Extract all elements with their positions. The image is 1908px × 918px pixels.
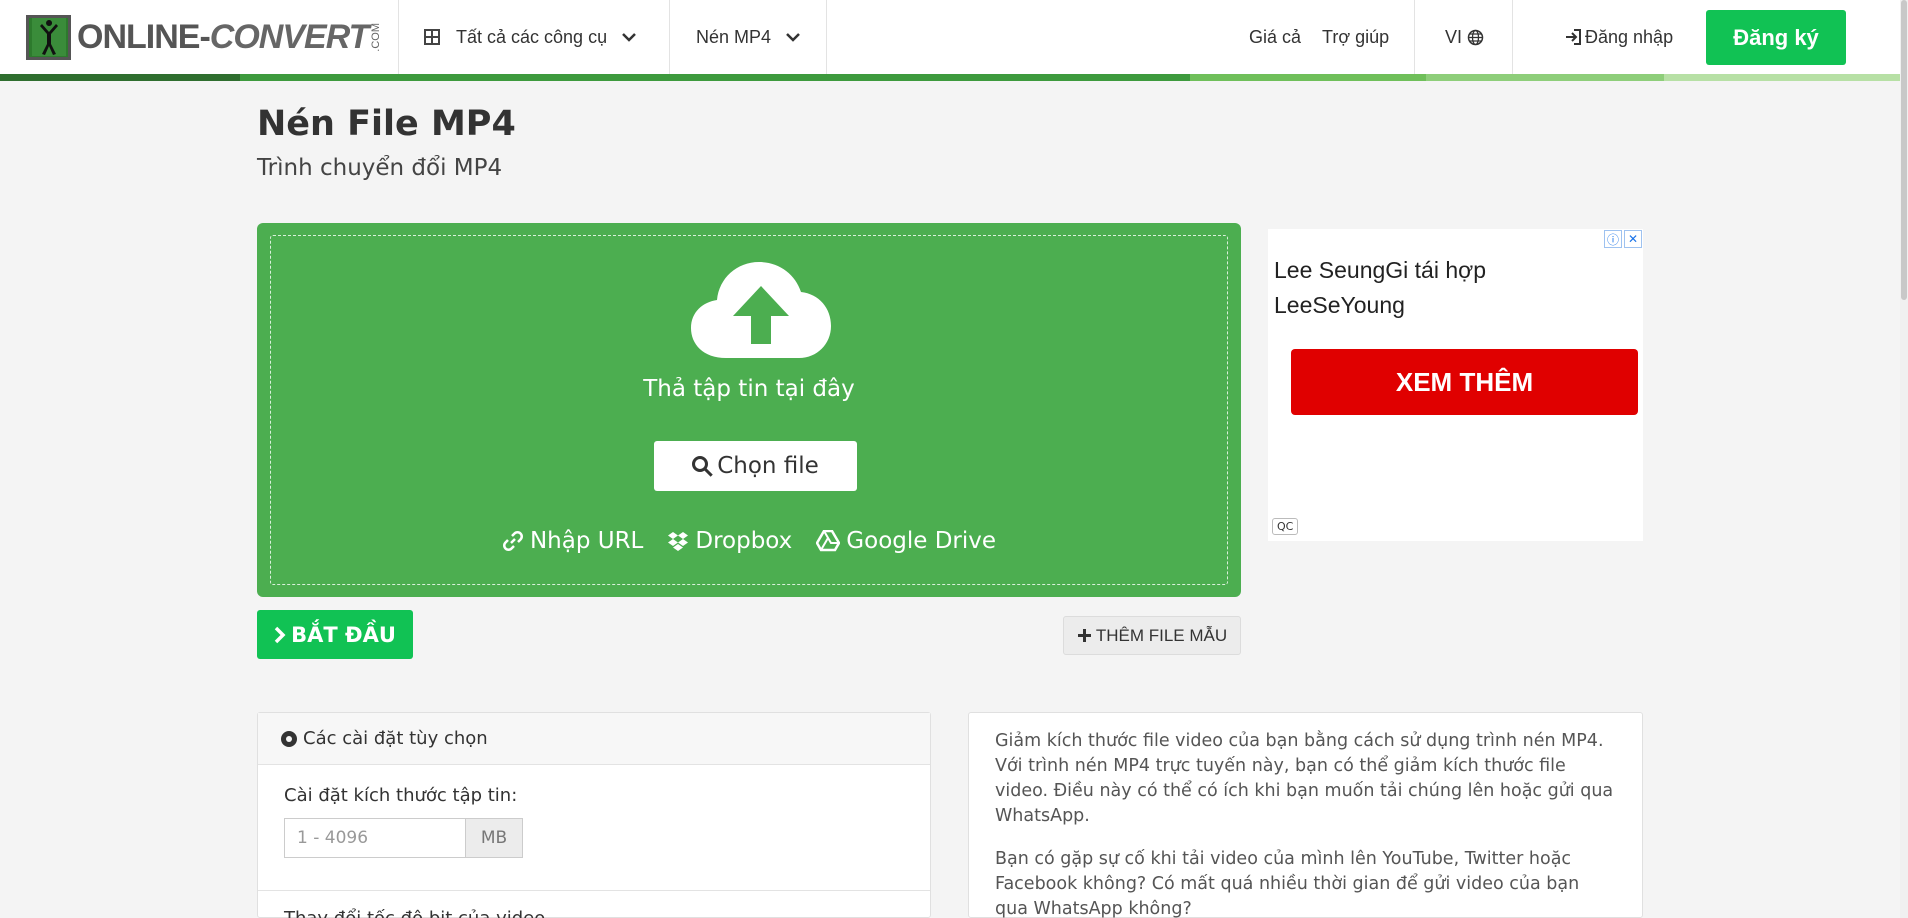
login-label: Đăng nhập (1585, 26, 1674, 47)
cloud-upload-icon (691, 262, 831, 358)
login-link[interactable]: Đăng nhập (1565, 0, 1673, 74)
nav-divider (669, 0, 670, 74)
help-link[interactable]: Trợ giúp (1322, 0, 1389, 74)
signup-button[interactable]: Đăng ký (1706, 10, 1846, 65)
upload-dropzone[interactable]: Thả tập tin tại đây Chọn file Nhập URL D… (257, 223, 1241, 597)
chevron-down-icon (621, 29, 637, 45)
description-paragraph: Giảm kích thước file video của bạn bằng … (995, 731, 1614, 826)
description-paragraph: Bạn có gặp sự cố khi tải video của mình … (995, 849, 1580, 918)
page-title: Nén File MP4 (257, 104, 516, 144)
advertisement[interactable]: ⓘ ✕ Lee SeungGi tái hợp LeeSeYoung XEM T… (1268, 229, 1643, 541)
video-bitrate-label: Thay đổi tốc độ bit của video (284, 908, 545, 918)
all-tools-label: Tất cả các công cụ (456, 26, 608, 47)
chevron-down-icon (785, 29, 801, 45)
scrollbar-thumb[interactable] (1901, 0, 1907, 300)
header-color-stripe (0, 74, 1900, 81)
all-tools-menu[interactable]: Tất cả các công cụ (424, 0, 637, 74)
file-size-input[interactable]: 1 - 4096 (284, 818, 466, 858)
enter-url-label: Nhập URL (529, 528, 644, 554)
site-logo[interactable]: ONLINE-CONVERT .COM (26, 14, 382, 60)
upload-sources: Nhập URL Dropbox Google Drive (271, 528, 1227, 554)
logo-com: .COM (370, 22, 383, 52)
page-subtitle: Trình chuyển đổi MP4 (257, 155, 503, 181)
ad-close-icon[interactable]: ✕ (1624, 230, 1642, 248)
logo-mark (26, 14, 71, 60)
settings-title: Các cài đặt tùy chọn (303, 728, 488, 749)
upload-dropzone-border: Thả tập tin tại đây Chọn file Nhập URL D… (270, 235, 1228, 585)
ad-headline[interactable]: Lee SeungGi tái hợp LeeSeYoung (1274, 253, 1574, 323)
ad-label: QC (1272, 518, 1299, 535)
settings-header: Các cài đặt tùy chọn (258, 713, 930, 765)
ad-controls: ⓘ ✕ (1604, 230, 1642, 248)
nav-divider (1414, 0, 1415, 74)
language-selector[interactable]: VI (1445, 0, 1484, 74)
description-panel: Giảm kích thước file video của bạn bằng … (968, 712, 1643, 918)
optional-settings-panel: Các cài đặt tùy chọn Cài đặt kích thước … (257, 712, 931, 918)
choose-file-button[interactable]: Chọn file (654, 441, 857, 491)
dropbox-icon (668, 532, 689, 551)
compress-mp4-label: Nén MP4 (696, 26, 772, 47)
plus-icon (1077, 628, 1092, 643)
search-icon (692, 456, 709, 472)
pricing-link[interactable]: Giá cả (1249, 0, 1301, 74)
file-size-label: Cài đặt kích thước tập tin: (284, 785, 518, 806)
gear-icon (281, 730, 297, 747)
choose-file-label: Chọn file (717, 453, 819, 479)
file-size-unit: MB (465, 818, 523, 858)
ad-cta-button[interactable]: XEM THÊM (1291, 349, 1638, 415)
logo-wordmark: ONLINE-CONVERT (77, 17, 369, 56)
compress-mp4-menu[interactable]: Nén MP4 (696, 0, 801, 74)
top-navbar: ONLINE-CONVERT .COM Tất cả các công cụ N… (0, 0, 1900, 76)
ad-info-icon[interactable]: ⓘ (1604, 230, 1622, 248)
dropbox-label: Dropbox (695, 528, 793, 554)
language-label: VI (1445, 26, 1463, 47)
settings-divider (258, 890, 930, 891)
start-button[interactable]: BẮT ĐẦU (257, 610, 413, 659)
nav-divider (826, 0, 827, 74)
google-drive-label: Google Drive (846, 528, 997, 554)
globe-icon (1467, 29, 1484, 46)
google-drive-link[interactable]: Google Drive (816, 528, 996, 554)
google-drive-icon (816, 530, 841, 552)
grid-icon (424, 29, 440, 45)
link-icon (502, 531, 523, 551)
start-label: BẮT ĐẦU (291, 622, 396, 647)
page-scrollbar[interactable] (1900, 0, 1908, 918)
dropbox-link[interactable]: Dropbox (667, 528, 792, 554)
login-icon (1565, 29, 1582, 45)
add-sample-file-button[interactable]: THÊM FILE MẪU (1063, 616, 1241, 655)
drop-files-text: Thả tập tin tại đây (643, 376, 855, 402)
add-sample-label: THÊM FILE MẪU (1095, 625, 1228, 645)
nav-divider (398, 0, 399, 74)
nav-divider (1512, 0, 1513, 74)
chevron-right-icon (274, 626, 286, 644)
enter-url-link[interactable]: Nhập URL (502, 528, 643, 554)
